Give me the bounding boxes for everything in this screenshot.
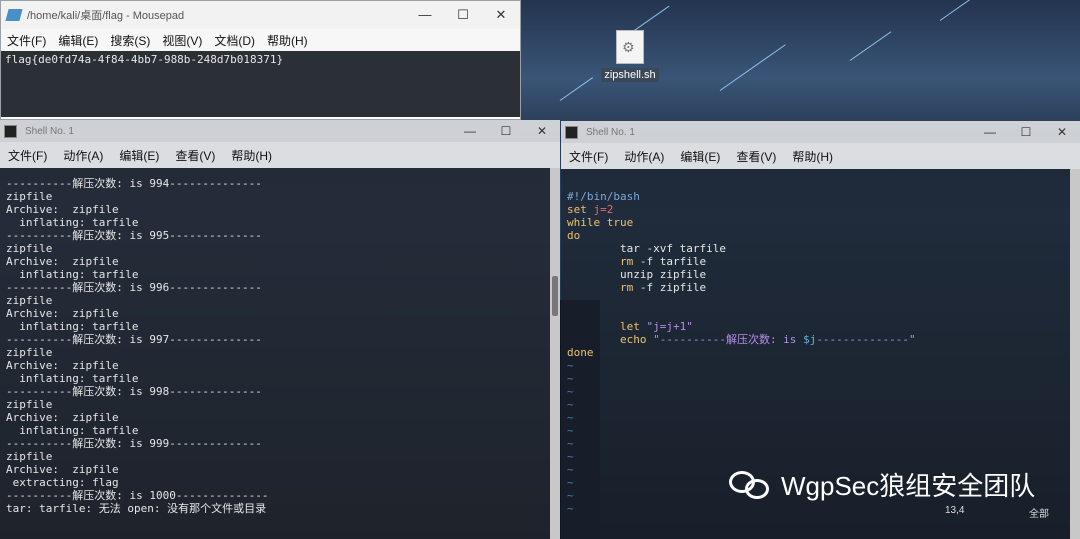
code-token: j=2 [593, 203, 614, 216]
code-token: -f tarfile [639, 255, 707, 268]
menu-file[interactable]: 文件(F) [0, 147, 55, 164]
terminal-line: Archive: zipfile [6, 411, 119, 424]
menu-search[interactable]: 搜索(S) [104, 32, 156, 49]
maximize-button[interactable]: ☐ [488, 124, 524, 138]
terminal-line: Archive: zipfile [6, 307, 119, 320]
terminal-line: ----------解压次数: is 996-------------- [6, 281, 262, 294]
desktop-file-label: zipshell.sh [601, 68, 659, 82]
menu-view[interactable]: 查看(V) [167, 147, 223, 164]
menu-action[interactable]: 动作(A) [55, 147, 111, 164]
shell-right-titlebar[interactable]: Shell No. 1 — ☐ ✕ [561, 121, 1080, 143]
terminal-line: ----------解压次数: is 995-------------- [6, 229, 262, 242]
menu-edit[interactable]: 编辑(E) [672, 148, 728, 165]
terminal-line: zipfile [6, 398, 53, 411]
scrollbar[interactable] [550, 168, 560, 539]
close-button[interactable]: ✕ [524, 124, 560, 138]
terminal-line: zipfile [6, 346, 53, 359]
minimize-button[interactable]: — [972, 125, 1008, 139]
minimize-button[interactable]: — [406, 7, 444, 23]
terminal-line: Archive: zipfile [6, 255, 119, 268]
code-token: rm [567, 255, 640, 268]
terminal-line: ----------解压次数: is 999-------------- [6, 437, 262, 450]
code-line: tar -xvf tarfile [567, 242, 726, 255]
code-token: echo [567, 333, 654, 346]
terminal-line: Archive: zipfile [6, 463, 119, 476]
terminal-icon [4, 124, 17, 138]
terminal-line: inflating: tarfile [6, 424, 139, 437]
code-token: let [567, 320, 647, 333]
terminal-line: zipfile [6, 190, 53, 203]
terminal-line: tar: tarfile: 无法 open: 没有那个文件或目录 [6, 502, 267, 515]
terminal-line: inflating: tarfile [6, 268, 139, 281]
code-line: do [567, 229, 581, 242]
terminal-line: ----------解压次数: is 1000-------------- [6, 489, 269, 502]
watermark-text: WgpSec狼组安全团队 [781, 471, 1036, 501]
menu-help[interactable]: 帮助(H) [223, 147, 280, 164]
terminal-line: Archive: zipfile [6, 203, 119, 216]
close-button[interactable]: ✕ [482, 7, 520, 23]
code-token: rm [567, 281, 640, 294]
code-token: $j [803, 333, 817, 346]
close-button[interactable]: ✕ [1044, 125, 1080, 139]
shell-right-menubar: 文件(F) 动作(A) 编辑(E) 查看(V) 帮助(H) [561, 143, 1080, 169]
menu-edit[interactable]: 编辑(E) [111, 147, 167, 164]
mousepad-title: /home/kali/桌面/flag - Mousepad [27, 10, 185, 22]
code-token: --------------" [816, 333, 916, 346]
terminal-line: inflating: tarfile [6, 216, 139, 229]
menu-view[interactable]: 视图(V) [156, 32, 208, 49]
terminal-line: inflating: tarfile [6, 320, 139, 333]
vim-status-line: 13,4 全部 [561, 505, 1070, 520]
maximize-button[interactable]: ☐ [1008, 125, 1044, 139]
scroll-position: 全部 [1029, 509, 1049, 520]
menu-document[interactable]: 文档(D) [208, 32, 261, 49]
terminal-line: extracting: flag [6, 476, 119, 489]
script-file-icon: ⚙ [616, 30, 644, 64]
menu-file[interactable]: 文件(F) [1, 32, 52, 49]
code-line: while true [567, 216, 634, 229]
terminal-line: zipfile [6, 294, 53, 307]
shell-left-title: Shell No. 1 [25, 125, 74, 137]
maximize-button[interactable]: ☐ [444, 7, 482, 23]
desktop-file-zipshell[interactable]: ⚙ zipshell.sh [599, 30, 661, 83]
shell-right-title: Shell No. 1 [586, 126, 635, 138]
terminal-line: ----------解压次数: is 997-------------- [6, 333, 262, 346]
code-line: #!/bin/bash [567, 190, 640, 203]
scrollbar-thumb[interactable] [552, 276, 558, 316]
menu-view[interactable]: 查看(V) [728, 148, 784, 165]
menu-help[interactable]: 帮助(H) [261, 32, 314, 49]
menu-edit[interactable]: 编辑(E) [52, 32, 104, 49]
terminal-output[interactable]: ----------解压次数: is 994-------------- zipf… [0, 168, 550, 539]
code-token: set [567, 203, 594, 216]
terminal-icon [565, 125, 578, 139]
code-token: "----------解压次数: is [653, 333, 804, 346]
minimize-button[interactable]: — [452, 124, 488, 138]
mousepad-titlebar[interactable]: /home/kali/桌面/flag - Mousepad — ☐ ✕ [1, 1, 520, 29]
code-line: unzip zipfile [567, 268, 707, 281]
terminal-line: inflating: tarfile [6, 372, 139, 385]
terminal-line: zipfile [6, 450, 53, 463]
cursor-position: 13,4 [945, 505, 965, 516]
menu-file[interactable]: 文件(F) [561, 148, 616, 165]
watermark: WgpSec狼组安全团队 [729, 466, 1035, 503]
terminal-line: ----------解压次数: is 994-------------- [6, 177, 262, 190]
code-token: -f zipfile [639, 281, 707, 294]
menu-action[interactable]: 动作(A) [616, 148, 672, 165]
flag-text: flag{de0fd74a-4f84-4bb7-988b-248d7b01837… [5, 53, 284, 66]
mousepad-window: /home/kali/桌面/flag - Mousepad — ☐ ✕ 文件(F… [0, 0, 521, 120]
mousepad-menubar: 文件(F) 编辑(E) 搜索(S) 视图(V) 文档(D) 帮助(H) [1, 29, 520, 51]
vim-empty-lines: ~ ~ ~ ~ ~ ~ ~ ~ ~ ~ ~ ~ [567, 359, 574, 515]
shell-left-menubar: 文件(F) 动作(A) 编辑(E) 查看(V) 帮助(H) [0, 142, 560, 168]
wechat-icon [729, 467, 773, 503]
menu-help[interactable]: 帮助(H) [784, 148, 841, 165]
mousepad-editor[interactable]: flag{de0fd74a-4f84-4bb7-988b-248d7b01837… [1, 51, 520, 117]
shell-window-left: Shell No. 1 — ☐ ✕ 文件(F) 动作(A) 编辑(E) 查看(V… [0, 120, 560, 539]
code-line: done [567, 346, 594, 359]
code-token: "j=j+1" [646, 320, 693, 333]
terminal-line: Archive: zipfile [6, 359, 119, 372]
scrollbar[interactable] [1070, 169, 1080, 539]
terminal-line: ----------解压次数: is 998-------------- [6, 385, 262, 398]
shell-left-titlebar[interactable]: Shell No. 1 — ☐ ✕ [0, 120, 560, 142]
terminal-line: zipfile [6, 242, 53, 255]
